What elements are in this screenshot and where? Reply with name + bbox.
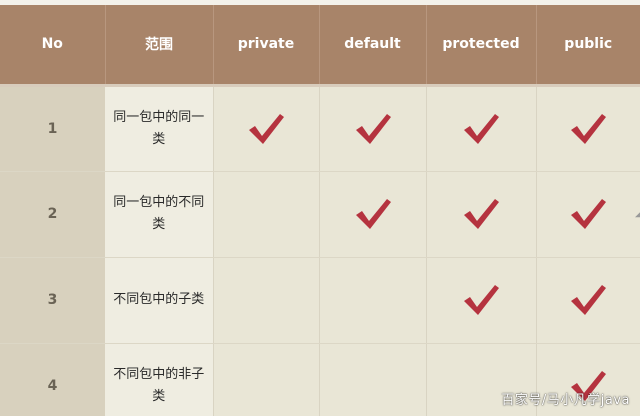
access-cell-private	[213, 171, 320, 258]
table-row: 2 同一包中的不同类	[0, 171, 640, 258]
scope-label: 同一包中的同一类	[113, 109, 205, 147]
watermark: 百家号/马小凡学java	[501, 393, 630, 408]
scope-cell: 同一包中的不同类	[105, 171, 214, 258]
access-cell-default	[319, 257, 427, 344]
check-mark-icon	[461, 111, 501, 147]
check-mark-icon	[568, 196, 608, 232]
access-cell-default	[319, 85, 427, 172]
row-number: 1	[0, 85, 105, 172]
check-mark-icon	[353, 196, 393, 232]
check-mark-icon	[353, 111, 393, 147]
page: No 范围 private default protected public 1…	[0, 0, 640, 416]
access-cell-public	[536, 85, 640, 172]
scope-label: 不同包中的子类	[113, 292, 205, 307]
access-cell-private	[213, 343, 320, 416]
access-modifier-table: No 范围 private default protected public 1…	[0, 5, 640, 416]
scope-label: 同一包中的不同类	[113, 195, 205, 232]
header-private: private	[213, 5, 320, 87]
row-number: 3	[0, 257, 105, 344]
check-mark-icon	[568, 282, 608, 318]
access-cell-private	[213, 257, 320, 344]
row-number: 2	[0, 171, 105, 258]
access-cell-public	[536, 257, 640, 344]
table-header-row: No 范围 private default protected public	[0, 5, 640, 87]
access-cell-private	[213, 85, 320, 172]
scope-label: 不同包中的非子类	[113, 367, 205, 404]
edge-mark: ◢	[635, 208, 640, 219]
check-mark-icon	[461, 282, 501, 318]
access-cell-protected	[426, 85, 537, 172]
header-no: No	[0, 5, 106, 87]
check-mark-icon	[461, 196, 501, 232]
scope-cell: 不同包中的子类	[105, 257, 214, 344]
access-cell-default	[319, 171, 427, 258]
header-protected: protected	[426, 5, 537, 87]
scope-cell: 不同包中的非子类	[105, 343, 214, 416]
row-number: 4	[0, 343, 105, 416]
access-cell-public	[536, 171, 640, 258]
header-public: public	[536, 5, 640, 87]
access-cell-default	[319, 343, 427, 416]
check-mark-icon	[568, 111, 608, 147]
header-default: default	[319, 5, 427, 87]
check-mark-icon	[246, 111, 286, 147]
scope-cell: 同一包中的同一类	[105, 85, 214, 172]
table-row: 3 不同包中的子类	[0, 257, 640, 344]
access-cell-protected	[426, 257, 537, 344]
access-cell-protected	[426, 171, 537, 258]
header-scope: 范围	[105, 5, 214, 87]
table-row: 1 同一包中的同一类	[0, 85, 640, 172]
